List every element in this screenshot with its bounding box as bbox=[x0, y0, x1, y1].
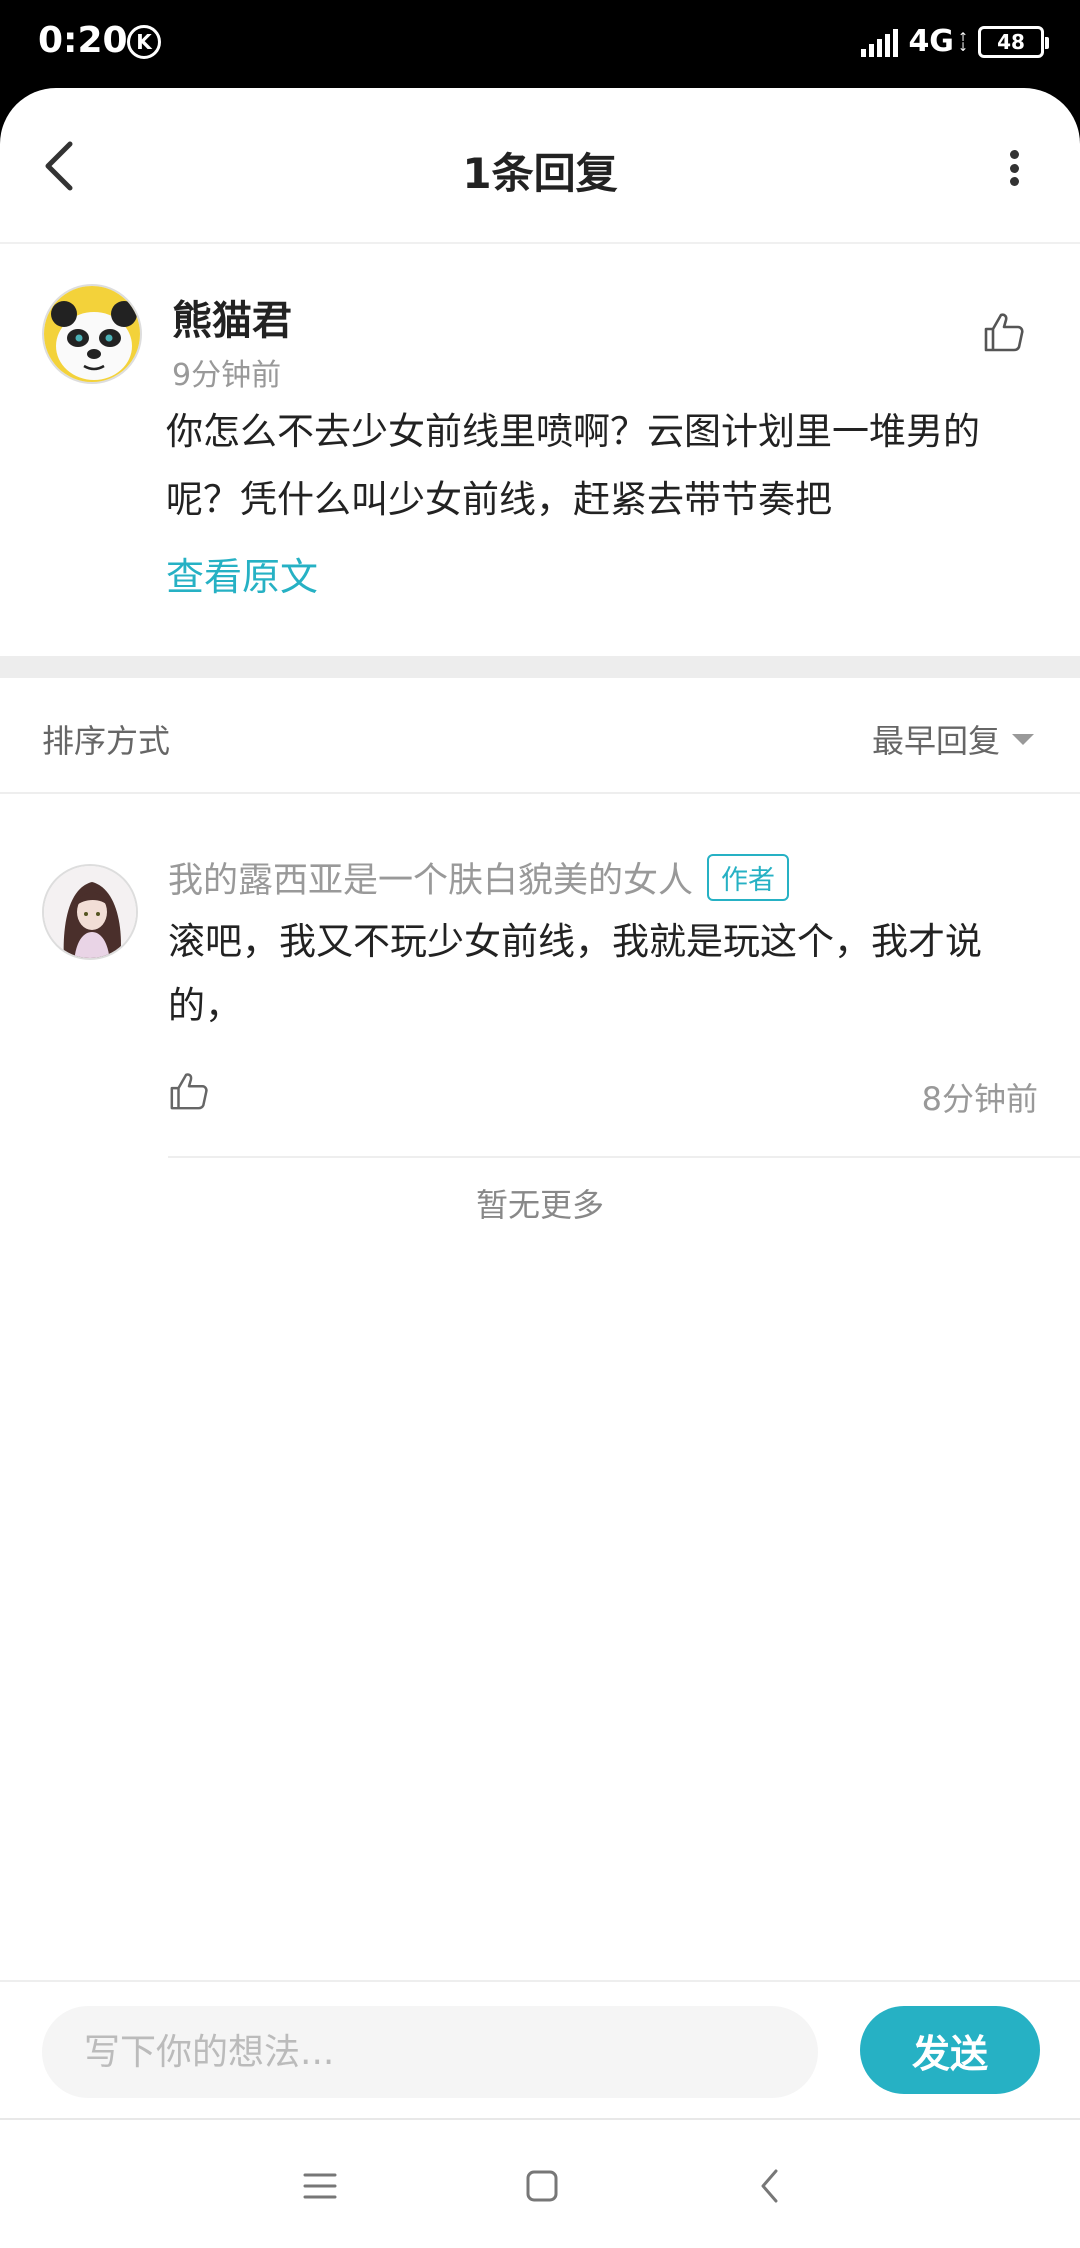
comment-input-bar: 发送 bbox=[0, 1980, 1080, 2118]
reply-text[interactable]: 滚吧，我又不玩少女前线，我就是玩这个，我才说的， bbox=[168, 910, 1028, 1038]
original-author-name[interactable]: 熊猫君 bbox=[172, 288, 292, 346]
reply-page: 1条回复 熊猫君 9分钟前 你怎么不去少女前线里喷啊？云图计划里一堆男的呢？凭什… bbox=[0, 88, 1080, 2248]
signal-icon bbox=[861, 27, 899, 57]
sort-label: 排序方式 bbox=[42, 722, 171, 760]
status-bar: 0:20 K 4G ↑ ↓ 48 bbox=[0, 0, 1080, 88]
original-comment-time: 9分钟前 bbox=[172, 358, 282, 393]
send-button[interactable]: 发送 bbox=[860, 2006, 1040, 2094]
back-nav-icon[interactable] bbox=[742, 2158, 798, 2214]
reply-author-name[interactable]: 我的露西亚是一个肤白貌美的女人 bbox=[168, 852, 693, 903]
no-more-label: 暂无更多 bbox=[475, 1186, 604, 1224]
battery-icon: 48 bbox=[978, 25, 1049, 58]
top-nav: 1条回复 bbox=[0, 88, 1080, 244]
page-title: 1条回复 bbox=[462, 149, 618, 198]
original-comment-text: 你怎么不去少女前线里喷啊？云图计划里一堆男的呢？凭什么叫少女前线，赶紧去带节奏把 bbox=[166, 410, 980, 521]
thumbs-up-icon bbox=[170, 1073, 208, 1110]
network-type: 4G bbox=[908, 24, 954, 59]
home-icon[interactable] bbox=[514, 2158, 570, 2214]
menu-icon[interactable] bbox=[292, 2158, 348, 2214]
system-navigation-bar bbox=[0, 2118, 1080, 2248]
data-arrows-icon: ↑ ↓ bbox=[957, 29, 968, 54]
reply-item: 我的露西亚是一个肤白貌美的女人 作者 滚吧，我又不玩少女前线，我就是玩这个，我才… bbox=[0, 796, 1080, 1228]
author-badge: 作者 bbox=[707, 854, 790, 901]
reply-like-button[interactable] bbox=[168, 1070, 210, 1112]
original-comment: 熊猫君 9分钟前 你怎么不去少女前线里喷啊？云图计划里一堆男的呢？凭什么叫少女前… bbox=[0, 246, 1080, 656]
reply-author-row: 我的露西亚是一个肤白貌美的女人 作者 bbox=[168, 852, 790, 903]
anime-girl-avatar-icon[interactable] bbox=[42, 864, 138, 960]
divider bbox=[168, 1156, 1080, 1158]
caret-down-icon bbox=[1012, 733, 1034, 745]
panda-avatar-icon[interactable] bbox=[42, 284, 142, 384]
view-original-link[interactable]: 查看原文 bbox=[166, 546, 318, 601]
thumbs-up-icon bbox=[984, 313, 1024, 352]
k-badge-icon: K bbox=[127, 25, 161, 59]
sort-dropdown[interactable]: 最早回复 bbox=[872, 716, 1034, 762]
more-options-icon[interactable] bbox=[1008, 150, 1020, 186]
sort-value: 最早回复 bbox=[871, 722, 1000, 760]
comment-input[interactable] bbox=[42, 2006, 818, 2098]
status-indicators: 4G ↑ ↓ 48 bbox=[861, 24, 1049, 59]
status-time: 0:20 bbox=[38, 20, 128, 61]
section-divider bbox=[0, 656, 1080, 678]
original-like-button[interactable] bbox=[982, 310, 1026, 354]
reply-time: 8分钟前 bbox=[921, 1080, 1038, 1118]
sort-bar: 排序方式 最早回复 bbox=[0, 678, 1080, 794]
